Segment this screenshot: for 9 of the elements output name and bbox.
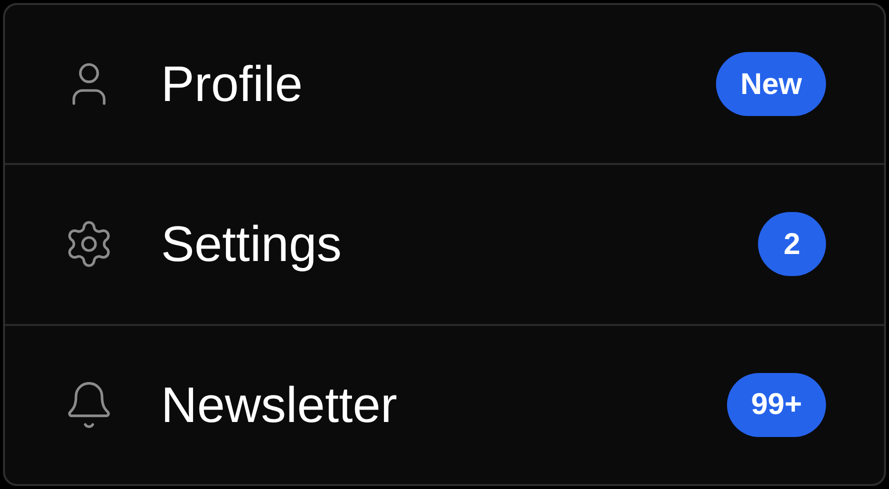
menu-item[interactable]: Newsletter 99+	[5, 324, 884, 484]
menu-item[interactable]: Profile New	[5, 5, 884, 164]
menu-label: Newsletter	[161, 380, 398, 430]
menu-item[interactable]: Settings 2	[5, 163, 884, 324]
menu-label: Settings	[161, 219, 342, 270]
count-badge: New	[716, 52, 826, 116]
menu-label: Profile	[161, 59, 303, 110]
count-badge: 99+	[727, 372, 826, 437]
count-badge: 2	[758, 212, 826, 276]
